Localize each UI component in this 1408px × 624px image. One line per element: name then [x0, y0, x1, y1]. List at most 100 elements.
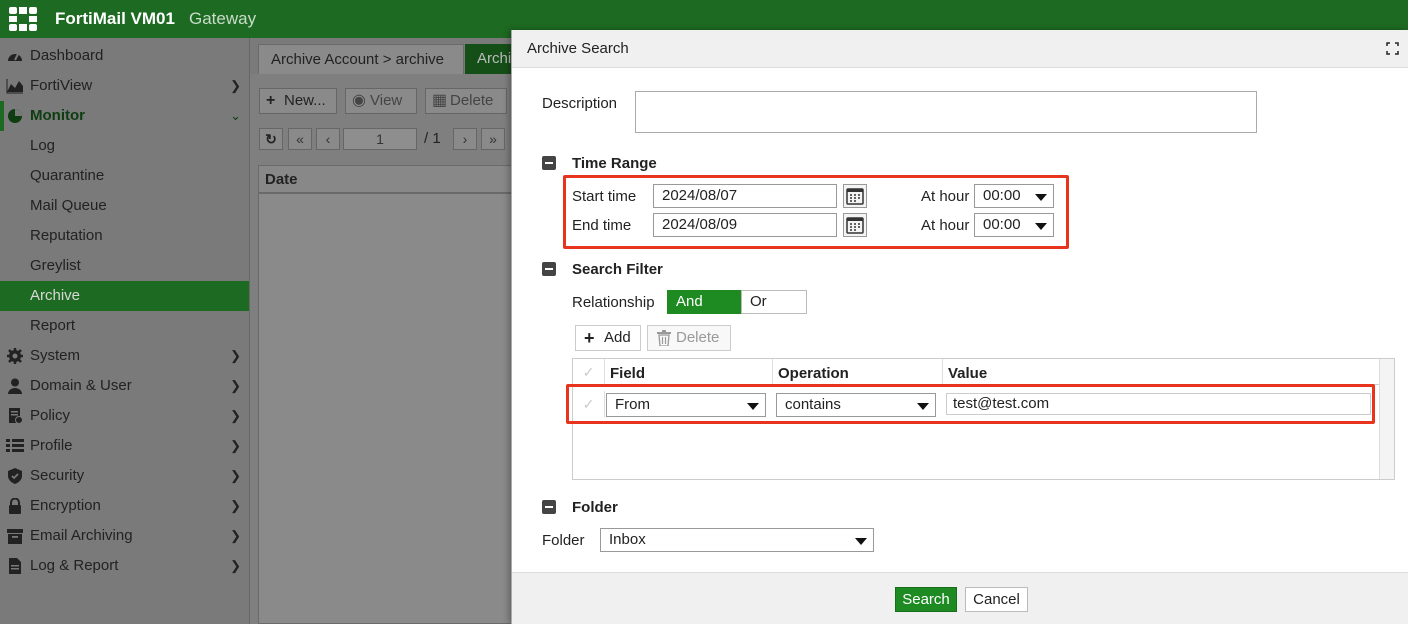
sidebar-item-monitor[interactable]: Monitor ⌄: [0, 101, 249, 131]
search-button[interactable]: Search: [895, 587, 957, 612]
chevron-right-icon: ❯: [230, 468, 241, 483]
table-scrollbar[interactable]: [1379, 359, 1394, 479]
trash-icon: ▦: [432, 92, 448, 109]
search-filter-collapse-icon[interactable]: [542, 262, 556, 276]
sidebar-item-greylist[interactable]: Greylist: [0, 251, 249, 281]
cancel-button[interactable]: Cancel: [965, 587, 1028, 612]
caret-down-icon: [1035, 223, 1047, 230]
start-time-label: Start time: [572, 188, 637, 205]
sidebar-item-email-archiving[interactable]: Email Archiving ❯: [0, 521, 249, 551]
chevron-right-icon: ❯: [230, 408, 241, 423]
sidebar-item-encryption[interactable]: Encryption ❯: [0, 491, 249, 521]
chevron-right-icon: ❯: [230, 528, 241, 543]
archive-search-dialog: Archive Search Description Time Range St…: [511, 30, 1408, 624]
add-filter-button[interactable]: + Add: [575, 325, 641, 351]
calendar-icon: [846, 217, 864, 234]
tab-archive-account[interactable]: Archive Account > archive: [258, 44, 464, 74]
relationship-and-toggle[interactable]: And: [667, 290, 741, 314]
sidebar-item-label: FortiView: [30, 77, 93, 94]
start-hour-select[interactable]: 00:00: [974, 184, 1054, 208]
sidebar-item-policy[interactable]: Policy ❯: [0, 401, 249, 431]
sidebar-item-security[interactable]: Security ❯: [0, 461, 249, 491]
end-hour-select[interactable]: 00:00: [974, 213, 1054, 237]
sidebar-item-report[interactable]: Report: [0, 311, 249, 341]
plus-icon: +: [584, 328, 595, 348]
sidebar-item-dashboard[interactable]: Dashboard: [0, 41, 249, 71]
select-all-checkbox[interactable]: ✓: [573, 359, 605, 385]
new-button[interactable]: + New...: [259, 88, 337, 114]
double-chevron-right-icon: »: [489, 131, 497, 147]
list-icon: [6, 439, 24, 452]
folder-label: Folder: [542, 532, 585, 549]
start-date-input[interactable]: 2024/08/07: [653, 184, 837, 208]
view-button[interactable]: ◉ View: [345, 88, 417, 114]
delete-button[interactable]: ▦ Delete: [425, 88, 507, 114]
sidebar-item-label: Encryption: [30, 497, 101, 514]
refresh-button[interactable]: ↻: [259, 128, 283, 150]
sidebar-item-label: Email Archiving: [30, 527, 133, 544]
user-icon: [8, 378, 22, 394]
sidebar-item-label: Policy: [30, 407, 71, 424]
app-mode: Gateway: [189, 9, 257, 28]
relationship-or-toggle[interactable]: Or: [741, 290, 807, 314]
description-label: Description: [542, 95, 618, 112]
delete-filter-button[interactable]: Delete: [647, 325, 731, 351]
sidebar-item-quarantine[interactable]: Quarantine: [0, 161, 249, 191]
folder-collapse-icon[interactable]: [542, 500, 556, 514]
start-hour-value: 00:00: [983, 187, 1021, 204]
sidebar-item-system[interactable]: System ❯: [0, 341, 249, 371]
chevron-right-icon: ❯: [230, 558, 241, 573]
column-value[interactable]: Value: [943, 359, 1379, 385]
time-range-collapse-icon[interactable]: [542, 156, 556, 170]
folder-value: Inbox: [609, 531, 646, 548]
sidebar-item-label: Reputation: [30, 227, 103, 244]
grid-body: [258, 193, 518, 624]
first-page-button[interactable]: «: [288, 128, 312, 150]
chevron-right-icon: ❯: [230, 348, 241, 363]
chevron-right-icon: ❯: [230, 498, 241, 513]
folder-select[interactable]: Inbox: [600, 528, 874, 552]
description-field[interactable]: [635, 91, 1257, 133]
grid-column-date[interactable]: Date: [258, 165, 518, 193]
end-date-calendar-button[interactable]: [843, 213, 867, 237]
sidebar-item-fortiview[interactable]: FortiView ❯: [0, 71, 249, 101]
start-date-calendar-button[interactable]: [843, 184, 867, 208]
time-range-title: Time Range: [572, 155, 657, 172]
sidebar-item-reputation[interactable]: Reputation: [0, 221, 249, 251]
sidebar-item-label: Greylist: [30, 257, 81, 274]
relationship-label: Relationship: [572, 294, 655, 311]
document-icon: [9, 558, 21, 574]
plus-icon: +: [266, 92, 276, 109]
sidebar-item-domain-user[interactable]: Domain & User ❯: [0, 371, 249, 401]
dialog-title: Archive Search: [527, 40, 629, 57]
prev-page-button[interactable]: ‹: [316, 128, 340, 150]
end-hour-value: 00:00: [983, 216, 1021, 233]
fortinet-logo-icon: [9, 7, 37, 31]
archive-box-icon: [7, 529, 23, 544]
sidebar-item-archive[interactable]: Archive: [0, 281, 249, 311]
sidebar-item-log-report[interactable]: Log & Report ❯: [0, 551, 249, 581]
end-at-hour-label: At hour: [921, 217, 970, 234]
column-field[interactable]: Field: [605, 359, 773, 385]
chevron-left-icon: ‹: [325, 131, 331, 147]
end-date-input[interactable]: 2024/08/09: [653, 213, 837, 237]
next-page-button[interactable]: ›: [453, 128, 477, 150]
sidebar-item-label: Domain & User: [30, 377, 132, 394]
sidebar-item-label: Archive: [30, 287, 81, 304]
eye-icon: ◉: [352, 92, 366, 109]
dashboard-icon: [8, 53, 22, 61]
filter-row-highlight: [566, 384, 1375, 424]
new-button-label: New...: [284, 92, 326, 109]
maximize-icon[interactable]: [1386, 42, 1399, 55]
last-page-button[interactable]: »: [481, 128, 505, 150]
caret-down-icon: [1035, 194, 1047, 201]
sidebar-item-profile[interactable]: Profile ❯: [0, 431, 249, 461]
sidebar-item-mail-queue[interactable]: Mail Queue: [0, 191, 249, 221]
dialog-footer: Search Cancel: [512, 572, 1408, 624]
sidebar-item-log[interactable]: Log: [0, 131, 249, 161]
chevron-right-icon: ❯: [230, 78, 241, 93]
area-chart-icon: [6, 79, 23, 94]
sidebar-item-label: Report: [30, 317, 76, 334]
page-number-input[interactable]: 1: [343, 128, 417, 150]
column-operation[interactable]: Operation: [773, 359, 943, 385]
